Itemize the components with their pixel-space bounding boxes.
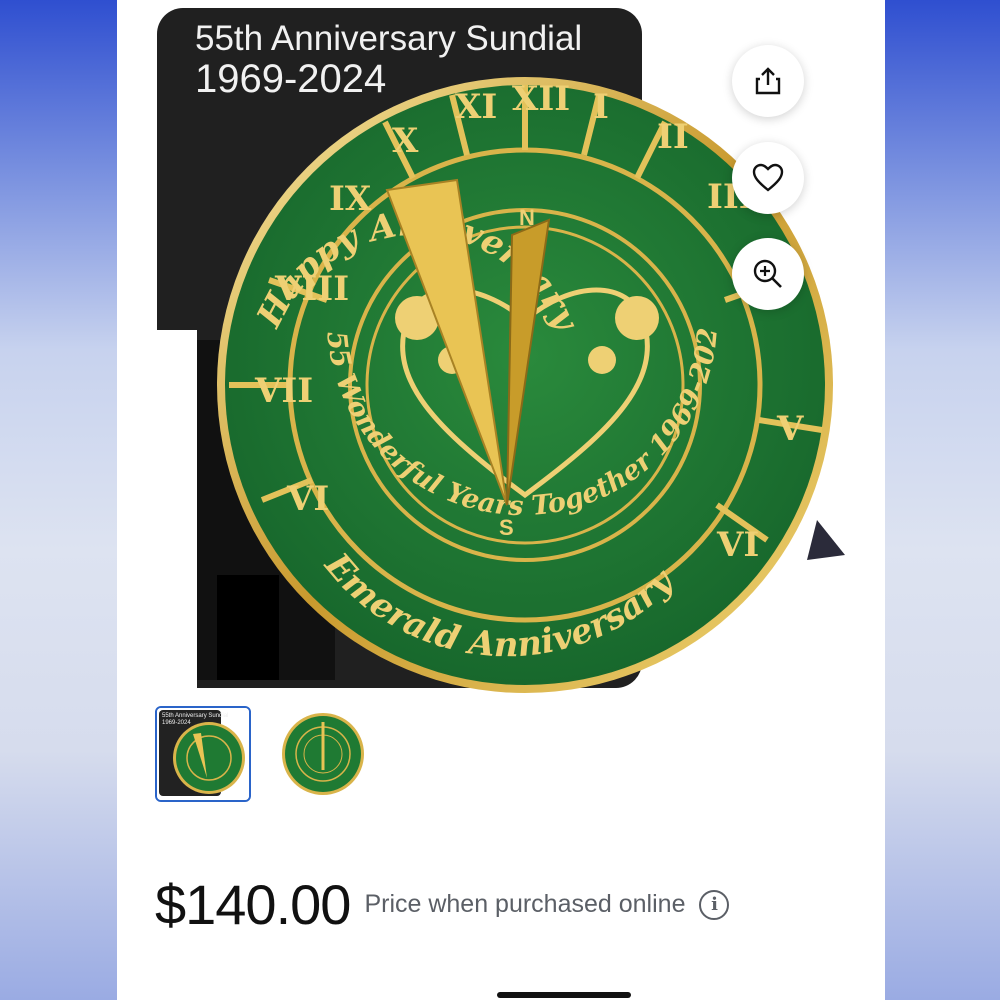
image-banner-year: 1969-2024 [195,57,386,101]
numeral-ix: IX [329,179,372,219]
numeral-vi-left: VI [286,479,329,519]
numeral-vii: VII [254,371,313,411]
info-icon[interactable]: i [699,889,730,920]
numeral-i: I [593,87,609,127]
favorite-button[interactable] [732,142,804,214]
numeral-ii: II [657,117,689,157]
numeral-x: X [392,121,419,161]
share-button[interactable] [732,45,804,117]
home-indicator [497,992,631,998]
thumbnail-year: 1969-2024 [162,720,191,726]
heart-icon [752,163,784,192]
south-marker: S [499,515,514,540]
product-page: 55th Anniversary Sundial 1969-2024 XI XI… [117,0,885,1000]
price: $140.00 [155,873,351,936]
thumbnail-title: 55th Anniversary Sundial [162,713,228,719]
numeral-xi: XI [455,87,497,127]
thumbnail-2[interactable] [275,706,371,802]
numeral-xii: XII [512,79,570,119]
thumbnail-1[interactable]: 55th Anniversary Sundial 1969-2024 [155,706,251,802]
numeral-vi-right: VI [716,525,759,565]
numeral-v: V [776,409,804,449]
zoom-in-icon [753,259,782,288]
thumbnail-strip: 55th Anniversary Sundial 1969-2024 [155,706,371,802]
price-row: $140.00 Price when purchased online i [155,872,730,937]
image-banner-title: 55th Anniversary Sundial [195,19,582,58]
zoom-button[interactable] [732,238,804,310]
share-icon [755,67,781,95]
price-note: Price when purchased online [364,890,686,918]
north-marker: N [519,205,535,230]
